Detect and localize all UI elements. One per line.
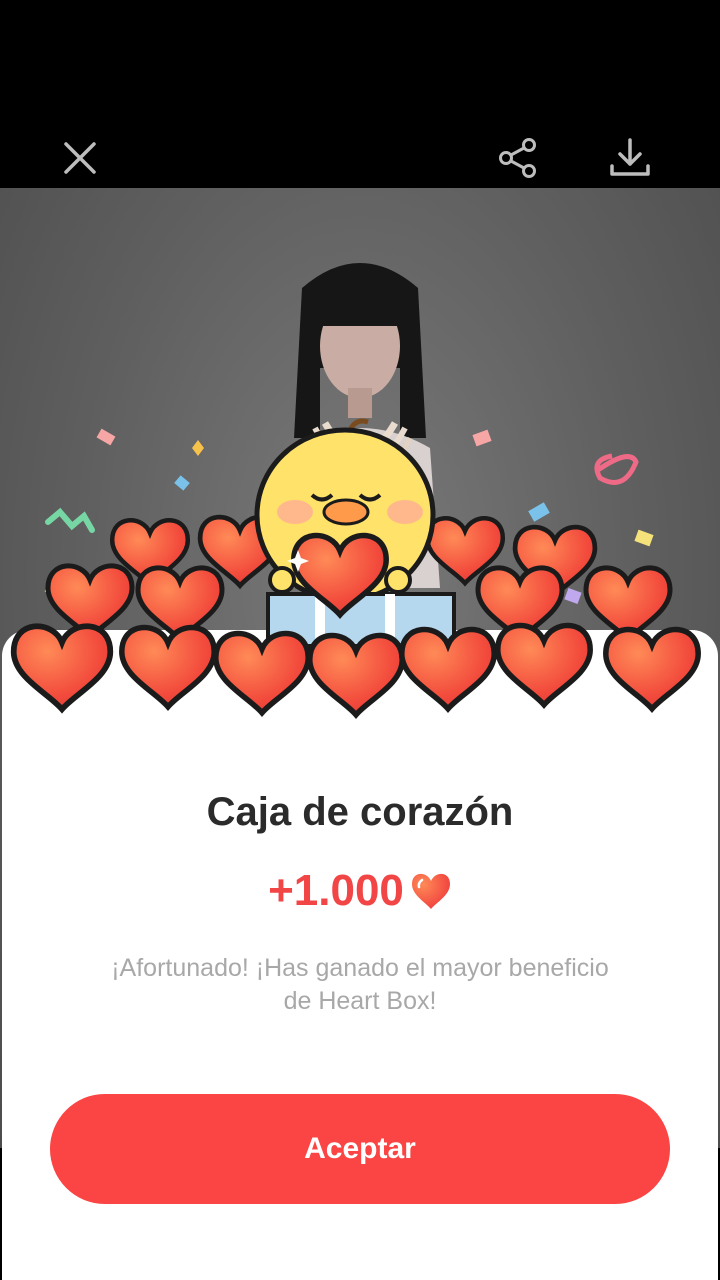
heart-box-illustration: [0, 418, 720, 760]
reward-amount: +1.000: [268, 866, 404, 915]
chick-mascot: [254, 418, 456, 648]
close-button[interactable]: [50, 128, 110, 188]
dialog-title: Caja de corazón: [206, 790, 514, 834]
top-bar: [0, 0, 720, 188]
close-icon: [64, 142, 96, 174]
share-button[interactable]: [488, 128, 548, 188]
download-icon: [610, 138, 650, 176]
download-button[interactable]: [600, 128, 660, 188]
accept-button[interactable]: Aceptar: [50, 1094, 670, 1204]
dialog-description: ¡Afortunado! ¡Has ganado el mayor benefi…: [111, 954, 609, 1015]
heart-icon: [411, 873, 450, 909]
share-icon: [499, 138, 536, 178]
reward-amount-row: +1.000: [0, 866, 720, 916]
